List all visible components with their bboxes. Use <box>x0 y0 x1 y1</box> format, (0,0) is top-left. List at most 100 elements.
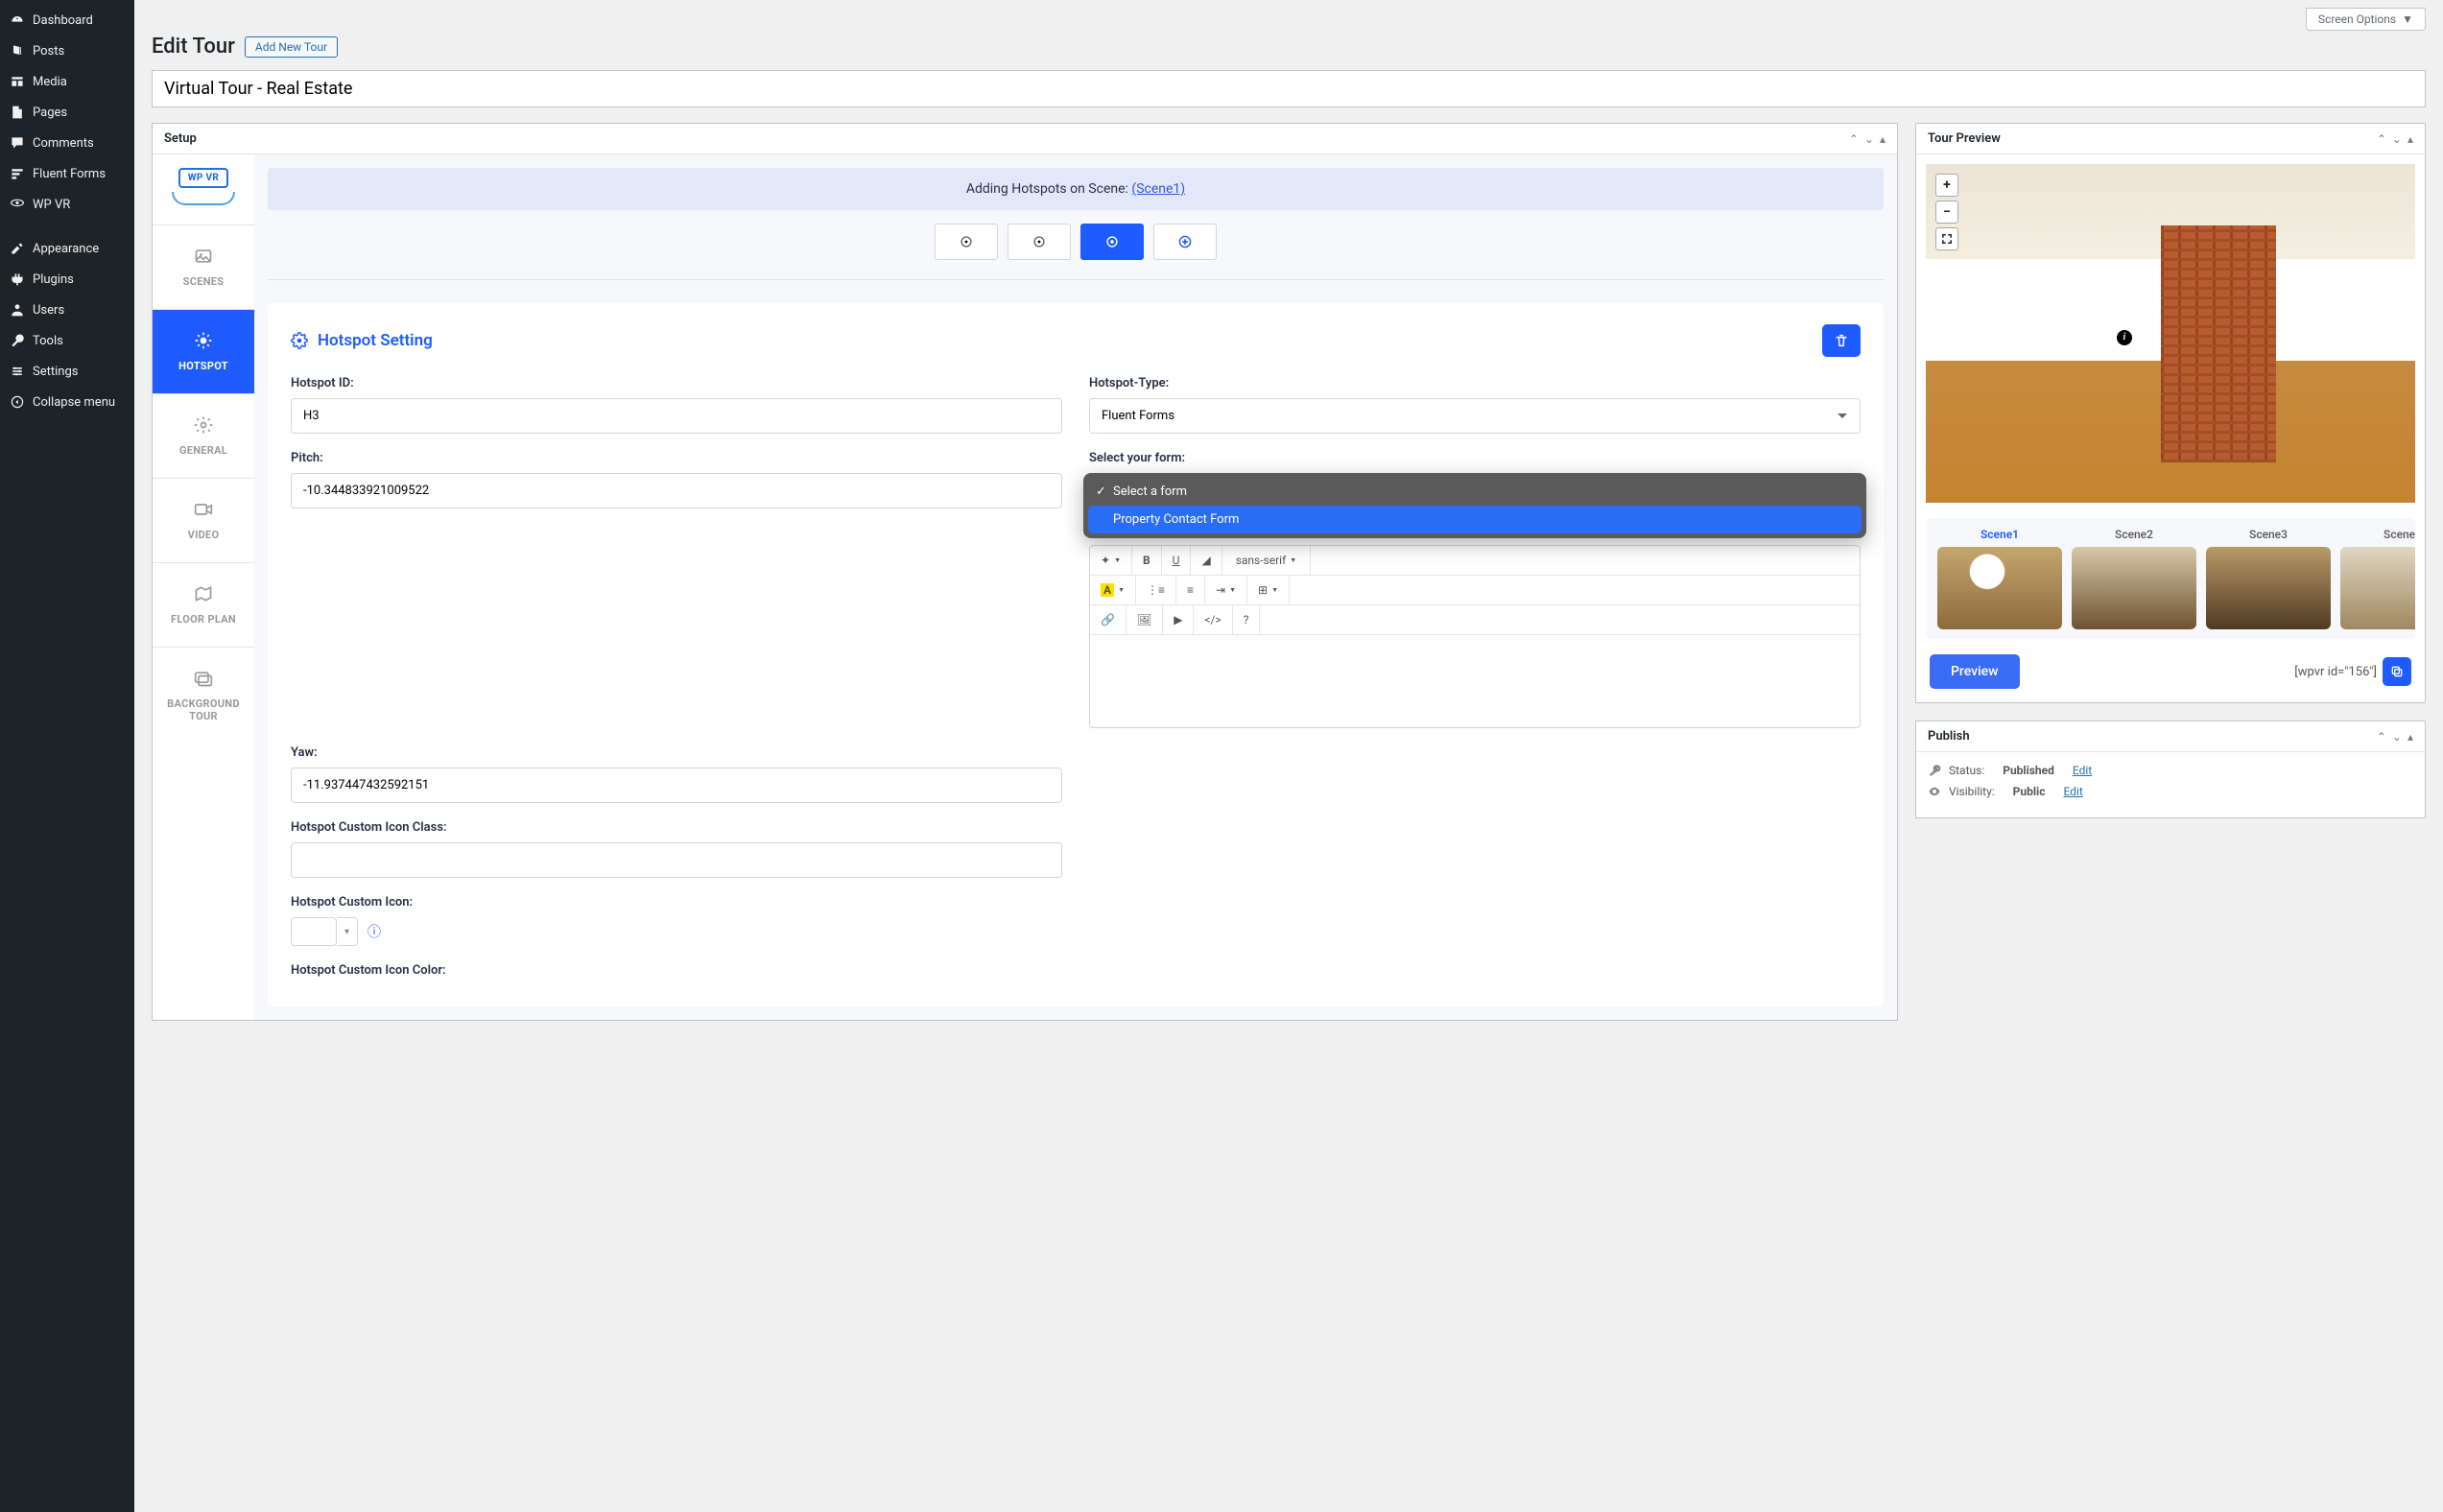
scene-thumb-1[interactable]: Scene1 <box>1937 528 2062 629</box>
editor-eraser-icon[interactable]: ◢ <box>1191 546 1222 575</box>
panel-controls: ⌃ ⌄ ▴ <box>1849 132 1886 146</box>
editor-video-icon[interactable]: ▶ <box>1163 605 1194 634</box>
editor-table-icon[interactable]: ⊞▼ <box>1247 576 1290 604</box>
hotspot-id-label: Hotspot ID: <box>291 376 1062 390</box>
scene-link[interactable]: (Scene1) <box>1131 181 1185 197</box>
editor-image-icon[interactable]: 🖼 <box>1127 605 1163 634</box>
panel-toggle-icon[interactable]: ▴ <box>1880 132 1886 146</box>
preview-button[interactable]: Preview <box>1930 654 2020 689</box>
edit-visibility-link[interactable]: Edit <box>2063 785 2082 798</box>
add-new-tour-button[interactable]: Add New Tour <box>245 36 338 58</box>
tour-title-input[interactable] <box>152 70 2426 107</box>
sidebar-item-dashboard[interactable]: Dashboard <box>0 5 134 35</box>
tour-preview-panel: Tour Preview ⌃ ⌄ ▴ + − i <box>1915 123 2426 703</box>
sidebar-item-users[interactable]: Users <box>0 295 134 325</box>
sidebar-label: Users <box>33 303 64 318</box>
editor-underline-icon[interactable]: U <box>1162 546 1192 575</box>
sidebar-label: Comments <box>33 136 94 151</box>
sidebar-item-pages[interactable]: Pages <box>0 97 134 128</box>
editor-help-icon[interactable]: ? <box>1233 605 1261 634</box>
editor-ul-icon[interactable]: ⋮≡ <box>1136 576 1176 604</box>
sidebar-item-collapse[interactable]: Collapse menu <box>0 387 134 417</box>
yaw-input[interactable] <box>291 768 1062 803</box>
editor-link-icon[interactable]: 🔗 <box>1090 605 1127 634</box>
tab-scenes[interactable]: SCENES <box>153 225 254 310</box>
sidebar-item-settings[interactable]: Settings <box>0 356 134 387</box>
hotspot-id-input[interactable] <box>291 398 1062 434</box>
sidebar-item-comments[interactable]: Comments <box>0 128 134 158</box>
panel-up-icon[interactable]: ⌃ <box>2377 730 2386 744</box>
pitch-input[interactable] <box>291 473 1062 508</box>
fullscreen-button[interactable] <box>1935 227 1958 250</box>
hotspot-btn-add[interactable] <box>1153 224 1217 260</box>
sidebar-item-plugins[interactable]: Plugins <box>0 264 134 295</box>
tab-hotspot[interactable]: HOTSPOT <box>153 310 254 394</box>
panel-toggle-icon[interactable]: ▴ <box>2407 730 2413 744</box>
help-icon[interactable]: ⓘ <box>368 922 381 941</box>
editor-indent-icon[interactable]: ⇥▼ <box>1205 576 1247 604</box>
copy-shortcode-button[interactable] <box>2383 657 2411 686</box>
editor-font-select[interactable]: sans-serif ▼ <box>1222 546 1312 575</box>
panel-down-icon[interactable]: ⌄ <box>1864 132 1874 146</box>
icon-swatch[interactable] <box>291 917 337 946</box>
sidebar-item-appearance[interactable]: Appearance <box>0 233 134 264</box>
scene-thumb-4[interactable]: Scene4 <box>2340 528 2415 629</box>
form-option-contact[interactable]: Property Contact Form <box>1088 506 1862 533</box>
setup-panel-title: Setup <box>164 131 197 146</box>
panorama-preview[interactable]: + − i <box>1926 164 2415 503</box>
wpvr-logo: WP VR <box>153 154 254 225</box>
editor-textarea[interactable] <box>1090 635 1860 727</box>
icon-class-input[interactable] <box>291 842 1062 878</box>
sidebar-item-posts[interactable]: Posts <box>0 35 134 66</box>
editor-toolbar: ✦▼ B U ◢ sans-serif ▼ A▼ <box>1089 545 1861 728</box>
sidebar-label: Tools <box>33 334 63 348</box>
icon-picker-chevron[interactable]: ▾ <box>337 917 358 946</box>
yaw-label: Yaw: <box>291 745 1062 760</box>
panel-up-icon[interactable]: ⌃ <box>2377 132 2386 146</box>
tab-general[interactable]: GENERAL <box>153 394 254 479</box>
tab-video[interactable]: VIDEO <box>153 479 254 563</box>
page-title: Edit Tour <box>152 35 235 59</box>
key-icon <box>1928 764 1941 777</box>
sidebar-item-media[interactable]: Media <box>0 66 134 97</box>
editor-bold-icon[interactable]: B <box>1132 546 1162 575</box>
zoom-out-button[interactable]: − <box>1935 201 1958 224</box>
editor-code-icon[interactable]: </> <box>1194 605 1232 634</box>
sidebar-label: Posts <box>33 44 64 59</box>
tour-preview-title: Tour Preview <box>1928 131 2001 146</box>
pitch-label: Pitch: <box>291 451 1062 465</box>
editor-ol-icon[interactable]: ≡ <box>1176 576 1205 604</box>
icon-color-label: Hotspot Custom Icon Color: <box>291 963 1062 978</box>
sidebar-item-wpvr[interactable]: WP VR <box>0 189 134 220</box>
editor-textcolor-icon[interactable]: A▼ <box>1090 576 1136 604</box>
delete-hotspot-button[interactable] <box>1822 324 1861 357</box>
publish-visibility-row: Visibility: Public Edit <box>1928 785 2413 798</box>
panel-up-icon[interactable]: ⌃ <box>1849 132 1859 146</box>
screen-options-toggle[interactable]: Screen Options▼ <box>2306 8 2426 31</box>
editor-wand-icon[interactable]: ✦▼ <box>1090 546 1132 575</box>
zoom-in-button[interactable]: + <box>1935 174 1958 197</box>
form-option-placeholder[interactable]: Select a form <box>1088 478 1862 506</box>
scene-thumb-2[interactable]: Scene2 <box>2072 528 2196 629</box>
scene-thumbnail-strip: Scene1 Scene2 Scene3 Scene4 <box>1926 518 2415 639</box>
edit-status-link[interactable]: Edit <box>2073 764 2092 777</box>
tab-floorplan[interactable]: FLOOR PLAN <box>153 563 254 648</box>
hotspot-marker-icon[interactable]: i <box>2117 330 2132 345</box>
publish-title: Publish <box>1928 729 1970 744</box>
tab-background-tour[interactable]: BACKGROUND TOUR <box>153 648 254 744</box>
sidebar-label: Dashboard <box>33 13 93 28</box>
sidebar-label: Fluent Forms <box>33 167 106 181</box>
panel-down-icon[interactable]: ⌄ <box>2392 132 2402 146</box>
scene-thumb-3[interactable]: Scene3 <box>2206 528 2331 629</box>
custom-icon-picker: ▾ ⓘ <box>291 917 1062 946</box>
sidebar-item-fluentforms[interactable]: Fluent Forms <box>0 158 134 189</box>
scene-banner: Adding Hotspots on Scene: (Scene1) <box>268 168 1884 210</box>
hotspot-btn-2[interactable] <box>1008 224 1071 260</box>
publish-panel: Publish ⌃⌄▴ Status: Published Edit Visib… <box>1915 721 2426 818</box>
panel-down-icon[interactable]: ⌄ <box>2392 730 2402 744</box>
hotspot-type-select[interactable]: Fluent Forms <box>1089 398 1861 434</box>
hotspot-btn-1[interactable] <box>935 224 998 260</box>
panel-toggle-icon[interactable]: ▴ <box>2407 132 2413 146</box>
sidebar-item-tools[interactable]: Tools <box>0 325 134 356</box>
hotspot-btn-3[interactable] <box>1080 224 1144 260</box>
